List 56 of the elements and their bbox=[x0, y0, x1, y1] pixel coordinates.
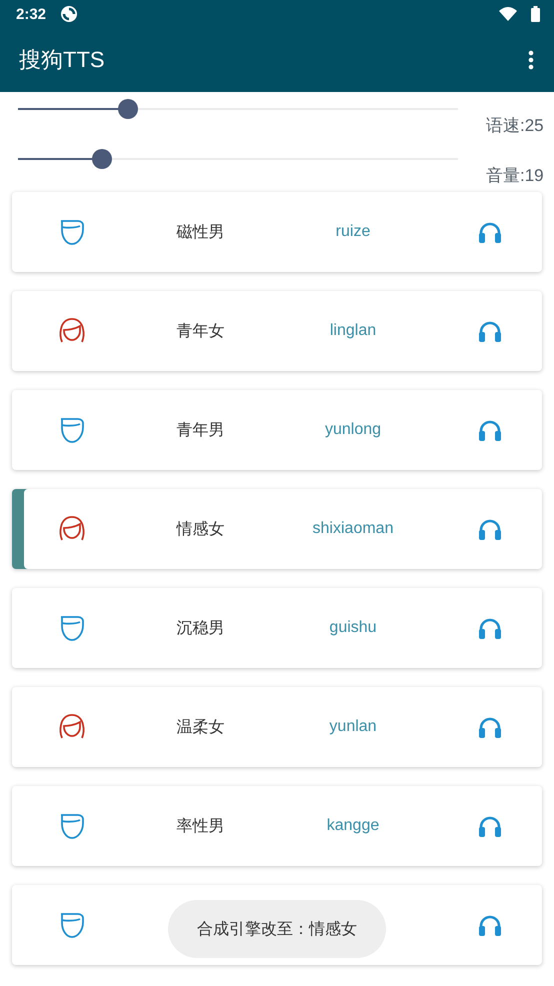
boy-face-icon bbox=[58, 911, 86, 939]
listen-button[interactable] bbox=[478, 914, 502, 936]
voice-id: linglan bbox=[328, 322, 378, 340]
headphones-icon bbox=[478, 518, 502, 540]
headphones-icon bbox=[478, 815, 502, 837]
voice-id: shixiaoman bbox=[312, 520, 394, 538]
voice-card[interactable]: 情感女 shixiaoman bbox=[12, 489, 542, 569]
voice-id: ruize bbox=[334, 223, 372, 241]
voice-id: kangge bbox=[326, 817, 380, 835]
voice-card[interactable]: 温柔女 yunlan bbox=[12, 687, 542, 767]
voice-name: 温柔女 bbox=[176, 718, 226, 738]
voice-name: 率性男 bbox=[176, 816, 226, 836]
voice-id: guishu bbox=[328, 619, 378, 637]
voice-name: 情感女 bbox=[175, 520, 226, 540]
status-time: 2:32 bbox=[16, 6, 46, 22]
voice-id: yunlong bbox=[324, 421, 382, 439]
voice-name: 青年女 bbox=[176, 322, 226, 342]
listen-button[interactable] bbox=[478, 221, 502, 243]
boy-face-icon bbox=[58, 416, 86, 444]
voice-card[interactable]: 磁性男 ruize bbox=[12, 192, 542, 272]
voice-card[interactable]: 率性男 kangge bbox=[12, 786, 542, 866]
slider-label: 语速:25 bbox=[486, 115, 544, 137]
boy-face-icon bbox=[58, 812, 86, 840]
boy-face-icon bbox=[58, 614, 86, 642]
toast-message: 合成引擎改至：情感女 bbox=[168, 900, 386, 958]
wifi-icon bbox=[499, 7, 517, 21]
headphones-icon bbox=[478, 914, 502, 936]
app-title: 搜狗TTS bbox=[19, 46, 106, 74]
slider-thumb[interactable] bbox=[118, 99, 138, 119]
girl-face-icon bbox=[58, 515, 86, 543]
girl-face-icon bbox=[58, 317, 86, 345]
voice-name: 青年男 bbox=[176, 420, 226, 440]
boy-face-icon bbox=[58, 218, 86, 246]
headphones-icon bbox=[478, 221, 502, 243]
voice-card[interactable]: 沉稳男 guishu bbox=[12, 588, 542, 668]
headphones-icon bbox=[478, 320, 502, 342]
listen-button[interactable] bbox=[478, 419, 502, 441]
headphones-icon bbox=[478, 716, 502, 738]
battery-icon bbox=[531, 6, 540, 22]
more-icon bbox=[528, 50, 534, 70]
listen-button[interactable] bbox=[478, 617, 502, 639]
headphones-icon bbox=[478, 617, 502, 639]
slider-label: 音量:19 bbox=[486, 165, 544, 187]
headphones-icon bbox=[478, 419, 502, 441]
listen-button[interactable] bbox=[478, 518, 502, 540]
sync-icon bbox=[60, 5, 78, 23]
voice-id: yunlan bbox=[328, 718, 378, 736]
listen-button[interactable] bbox=[478, 320, 502, 342]
voice-card[interactable]: 青年男 yunlong bbox=[12, 390, 542, 470]
voice-card[interactable]: 青年女 linglan bbox=[12, 291, 542, 371]
girl-face-icon bbox=[58, 713, 86, 741]
listen-button[interactable] bbox=[478, 716, 502, 738]
voice-name: 磁性男 bbox=[176, 222, 226, 242]
slider-thumb[interactable] bbox=[92, 149, 112, 169]
voice-name: 沉稳男 bbox=[176, 618, 226, 638]
listen-button[interactable] bbox=[478, 815, 502, 837]
